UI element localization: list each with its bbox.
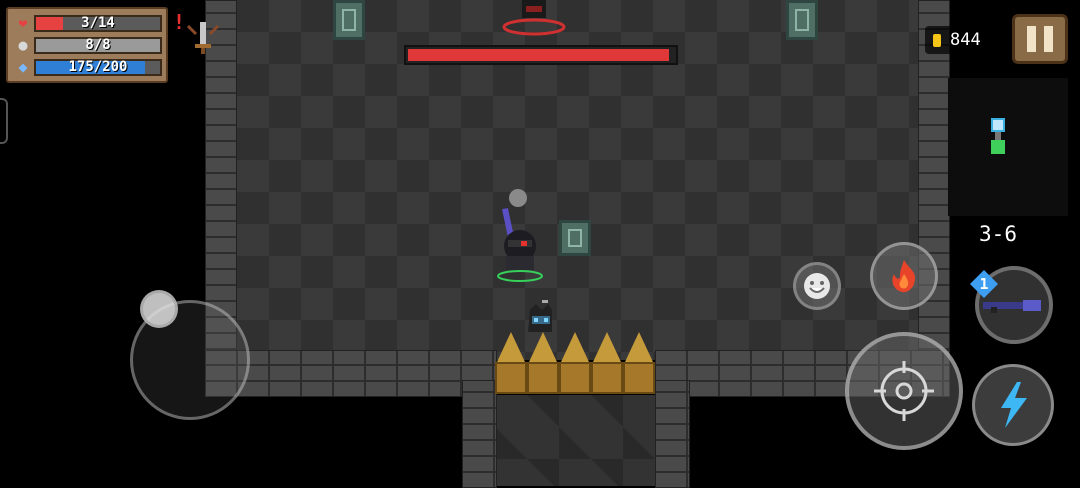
armor-bar: 8/8 <box>34 36 162 54</box>
pause-button[interactable] <box>1012 14 1068 64</box>
player-stats-panel: ❤ 3/14 ● 8/8 ◆ 175/200 <box>6 7 168 83</box>
corridor-wall-left <box>462 380 497 488</box>
pillar-block <box>786 0 818 40</box>
health-bar: 3/14 <box>34 14 162 32</box>
energy-value: 175/200 <box>68 58 128 75</box>
side-panel-tab[interactable] <box>0 98 8 144</box>
fire-icon <box>892 260 916 293</box>
energy-bar: 175/200 <box>34 58 162 76</box>
minimap-room-start <box>991 140 1005 154</box>
special-skill-button[interactable] <box>972 364 1054 446</box>
player-knight <box>490 188 550 283</box>
rifle-icon <box>983 300 1041 313</box>
coin-value: 844 <box>950 30 981 50</box>
health-row: ❤ 3/14 <box>12 13 162 33</box>
attack-button[interactable] <box>845 332 963 450</box>
shield-icon: ● <box>18 36 28 54</box>
boss-health-fill <box>408 49 669 61</box>
coin-icon <box>933 33 941 47</box>
heart-icon: ❤ <box>18 14 28 32</box>
corridor-floor <box>495 395 655 486</box>
pause-icon <box>1027 26 1036 52</box>
pillar-block <box>333 0 365 40</box>
minimap-room-current <box>991 118 1005 132</box>
crosshair-icon <box>874 361 934 421</box>
coin-counter: 844 <box>925 26 1003 54</box>
energy-gem-icon: ◆ <box>18 58 28 76</box>
skill-button[interactable] <box>870 242 938 310</box>
boss-enemy <box>500 0 568 38</box>
smiley-icon <box>804 273 830 299</box>
minimap[interactable] <box>948 78 1068 216</box>
level-indicator: 3-6 <box>979 222 1017 246</box>
armor-row: ● 8/8 <box>12 35 162 55</box>
joystick-knob[interactable] <box>140 290 178 328</box>
health-value: 3/14 <box>81 14 115 31</box>
crate-block <box>559 220 591 256</box>
energy-row: ◆ 175/200 <box>12 57 162 77</box>
boss-health-bar <box>404 45 678 65</box>
armor-value: 8/8 <box>85 36 111 53</box>
corridor-wall-right <box>655 380 690 488</box>
pet-cat <box>522 300 558 336</box>
lightning-icon <box>1001 382 1027 428</box>
sword-buff-icon <box>184 18 222 56</box>
emote-button[interactable] <box>793 262 841 310</box>
spike-barrier <box>495 332 655 396</box>
